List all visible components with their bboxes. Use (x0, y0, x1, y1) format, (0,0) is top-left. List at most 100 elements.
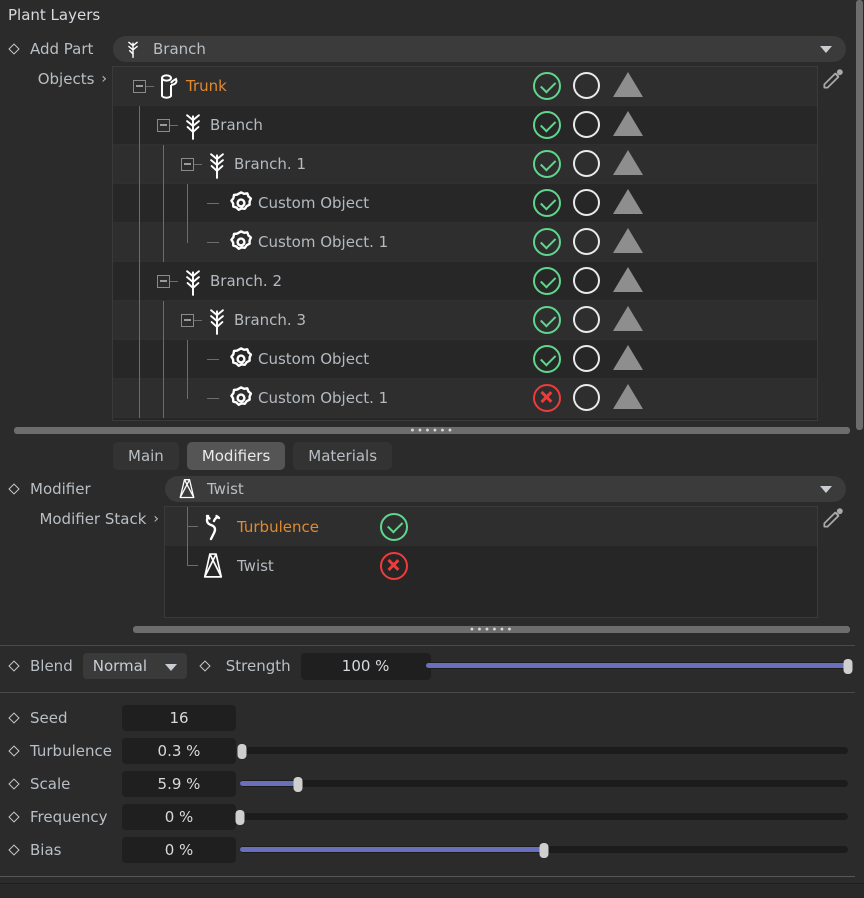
parameter-value-field[interactable]: 16 (122, 704, 236, 731)
tree-row-select-toggle[interactable] (573, 189, 601, 217)
keyframe-diamond-icon[interactable] (5, 658, 22, 675)
status-enabled-icon[interactable] (533, 72, 561, 100)
tree-expander-toggle[interactable] (133, 80, 146, 93)
modifier-stack-panel[interactable]: Turbulence Twist (164, 506, 818, 618)
tree-row-select-toggle[interactable] (573, 72, 601, 100)
slider-knob[interactable] (235, 810, 245, 825)
tree-row-select-toggle[interactable] (573, 267, 601, 295)
tab-main[interactable]: Main (113, 442, 179, 470)
blend-mode-select[interactable]: Normal (82, 653, 187, 679)
keyframe-diamond-icon[interactable] (5, 808, 22, 825)
tree-row-select-toggle[interactable] (573, 384, 601, 412)
tree-expander-toggle[interactable] (157, 275, 170, 288)
objects-sublabel-row[interactable]: Objects › (0, 66, 113, 92)
modifier-stack-sublabel-row[interactable]: Modifier Stack › (0, 506, 165, 532)
chevron-down-icon[interactable] (164, 664, 177, 671)
parameter-slider[interactable] (237, 744, 848, 759)
parameter-slider[interactable] (240, 843, 848, 858)
status-enabled-icon[interactable] (533, 111, 561, 139)
tree-row-status[interactable] (533, 345, 561, 373)
tree-row-status[interactable] (533, 306, 561, 334)
status-enabled-icon[interactable] (533, 150, 561, 178)
object-tree-panel[interactable]: Trunk Branch Branch. 1 Custom Object Custom … (112, 66, 818, 421)
eyedropper-icon[interactable] (820, 505, 846, 531)
chevron-right-icon[interactable]: › (153, 511, 159, 527)
tree-row[interactable]: Branch. 3 (113, 301, 817, 340)
status-enabled-icon[interactable] (533, 267, 561, 295)
parameter-slider[interactable] (235, 810, 848, 825)
modifier-row-status[interactable] (380, 551, 408, 580)
tree-row[interactable]: Custom Object (113, 340, 817, 379)
tree-row-select-toggle[interactable] (573, 345, 601, 373)
chevron-down-icon[interactable] (820, 46, 832, 53)
parameter-value-field[interactable]: 0 % (122, 803, 236, 830)
status-enabled-icon[interactable] (533, 189, 561, 217)
tree-expander-toggle[interactable] (181, 158, 194, 171)
tree-row[interactable]: Branch. 1 (113, 145, 817, 184)
modifier-resize-handle[interactable]: •••••• (133, 625, 850, 635)
parameter-value-field[interactable]: 5.9 % (122, 770, 236, 797)
modifier-combo-box[interactable]: Twist (165, 476, 846, 502)
part-combo-box[interactable]: Branch (113, 36, 846, 62)
chevron-right-icon[interactable]: › (101, 71, 107, 87)
tree-row[interactable]: Trunk (113, 67, 817, 106)
tree-row-status[interactable] (533, 384, 561, 412)
strength-slider[interactable] (426, 659, 853, 674)
tab-materials[interactable]: Materials (293, 442, 393, 470)
tree-resize-handle[interactable]: •••••• (14, 426, 850, 436)
status-enabled-icon[interactable] (533, 306, 561, 334)
tree-row[interactable]: Custom Object. 1 (113, 379, 817, 418)
parameter-value-field[interactable]: 0 % (122, 836, 236, 863)
scrollbar-thumb[interactable] (856, 0, 863, 430)
tree-row-status[interactable] (533, 228, 561, 256)
tree-row-visibility-toggle[interactable] (613, 72, 643, 100)
status-enabled-icon[interactable] (380, 512, 408, 541)
tree-expander-toggle[interactable] (157, 119, 170, 132)
keyframe-diamond-icon[interactable] (5, 41, 22, 58)
tree-row-visibility-toggle[interactable] (613, 150, 643, 178)
chevron-down-icon[interactable] (820, 486, 832, 493)
tree-row-select-toggle[interactable] (573, 306, 601, 334)
keyframe-diamond-icon[interactable] (5, 775, 22, 792)
parameter-value-field[interactable]: 0.3 % (122, 737, 236, 764)
status-disabled-icon[interactable] (380, 551, 408, 580)
tree-row-select-toggle[interactable] (573, 111, 601, 139)
tree-row[interactable]: Custom Object (113, 184, 817, 223)
status-disabled-icon[interactable] (533, 384, 561, 412)
slider-knob[interactable] (843, 659, 853, 674)
tree-row-select-toggle[interactable] (573, 150, 601, 178)
tree-row[interactable]: Branch (113, 106, 817, 145)
keyframe-diamond-icon[interactable] (197, 658, 214, 675)
tree-row-visibility-toggle[interactable] (613, 267, 643, 295)
parameter-slider[interactable] (240, 777, 848, 792)
tab-modifiers[interactable]: Modifiers (186, 442, 286, 470)
tree-row-visibility-toggle[interactable] (613, 228, 643, 256)
tree-row-status[interactable] (533, 72, 561, 100)
keyframe-diamond-icon[interactable] (5, 841, 22, 858)
tree-row-visibility-toggle[interactable] (613, 306, 643, 334)
status-enabled-icon[interactable] (533, 345, 561, 373)
tree-row[interactable]: Branch. 2 (113, 262, 817, 301)
tree-row-visibility-toggle[interactable] (613, 189, 643, 217)
modifier-row-status[interactable] (380, 512, 408, 541)
tree-row-visibility-toggle[interactable] (613, 345, 643, 373)
tree-row-status[interactable] (533, 150, 561, 178)
eyedropper-icon[interactable] (820, 66, 846, 92)
status-enabled-icon[interactable] (533, 228, 561, 256)
tree-row-status[interactable] (533, 189, 561, 217)
modifier-stack-row[interactable]: Turbulence (165, 507, 817, 546)
slider-knob[interactable] (293, 777, 303, 792)
strength-value-field[interactable]: 100 % (300, 652, 431, 680)
tree-row-select-toggle[interactable] (573, 228, 601, 256)
tree-row-status[interactable] (533, 111, 561, 139)
tree-row-status[interactable] (533, 267, 561, 295)
modifier-stack-row[interactable]: Twist (165, 546, 817, 585)
vertical-scrollbar[interactable] (855, 0, 864, 898)
slider-knob[interactable] (539, 843, 549, 858)
keyframe-diamond-icon[interactable] (5, 742, 22, 759)
keyframe-diamond-icon[interactable] (5, 709, 22, 726)
tree-expander-toggle[interactable] (181, 314, 194, 327)
tree-row-visibility-toggle[interactable] (613, 111, 643, 139)
tree-row-visibility-toggle[interactable] (613, 384, 643, 412)
tree-row[interactable]: Custom Object. 1 (113, 223, 817, 262)
